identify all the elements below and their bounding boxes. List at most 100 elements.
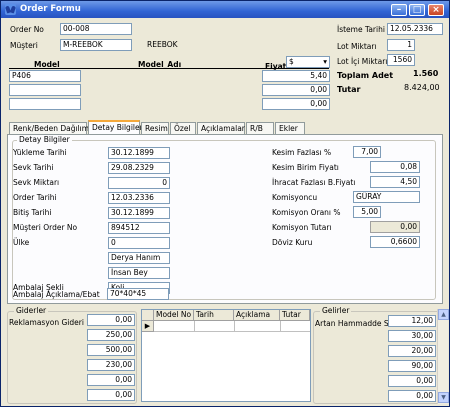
grid-header-model-no[interactable]: Model No (154, 310, 194, 321)
lot-ici-miktari-field[interactable]: 1560 (387, 54, 415, 66)
isteme-tarihi-field[interactable]: 12.05.2336 (387, 23, 443, 35)
komisyon-tutari-label: Komisyon Tutarı (272, 223, 332, 232)
tab-renk-beden[interactable]: Renk/Beden Dağılımı (9, 122, 91, 134)
current-row-indicator-icon: ▶ (142, 321, 154, 332)
ihracat-fazlasi-field[interactable]: 4,50 (370, 176, 420, 188)
detay-bilgiler-title: Detay Bilgiler (17, 135, 72, 144)
scroll-down-icon[interactable]: ▼ (438, 392, 449, 403)
gider-value-3[interactable]: 500,00 (87, 344, 135, 356)
komisyon-tutari-field: 0,00 (370, 221, 420, 233)
isteme-tarihi-label: İsteme Tarihi (337, 25, 385, 34)
kesim-fazlasi-field[interactable]: 7,00 (353, 146, 381, 158)
grid-corner (142, 310, 154, 321)
grid-cell-divider (280, 321, 281, 332)
order-tarihi-field[interactable]: 12.03.2336 (108, 192, 170, 204)
gider-value-2[interactable]: 250,00 (87, 329, 135, 341)
tab-resim[interactable]: Resim (141, 122, 169, 134)
close-icon: × (432, 5, 440, 15)
minimize-button[interactable]: – (391, 4, 407, 16)
toplam-adet-value: 1.560 (413, 69, 439, 78)
yukleme-tarihi-field[interactable]: 30.12.1899 (108, 147, 170, 159)
order-no-label: Order No (10, 25, 44, 34)
doviz-kuru-field[interactable]: 0,6600 (370, 236, 420, 248)
lot-ici-miktari-label: Lot İçi Miktarı (337, 57, 388, 66)
gider-value-6[interactable]: 0,00 (87, 389, 135, 401)
musteri-name: REEBOK (147, 40, 178, 49)
tab-aciklamalar[interactable]: Açıklamalar (197, 122, 245, 134)
yukleme-tarihi-label: Yükleme Tarihi (13, 148, 67, 157)
musteri-order-no-field[interactable]: 894512 (108, 222, 170, 234)
tab-rb[interactable]: R/B (246, 122, 274, 134)
komisyon-orani-label: Komisyon Oranı % (272, 208, 341, 217)
maximize-button[interactable]: □ (409, 4, 425, 16)
ambalaj-aciklama-label: Ambalaj Açıklama/Ebat (13, 290, 100, 299)
detay-bilgiler-panel: Detay Bilgiler Yükleme Tarihi 30.12.1899… (7, 134, 443, 304)
gider-value-4[interactable]: 230,00 (87, 359, 135, 371)
kesim-birim-fiyati-field[interactable]: 0,08 (370, 161, 420, 173)
extra-field-1[interactable]: Derya Hanım (108, 252, 170, 264)
sevk-miktari-label: Sevk Miktarı (13, 178, 60, 187)
komisyoncu-field[interactable]: GÜRAY (353, 191, 420, 203)
extra-field-2[interactable]: İnsan Bey (108, 267, 170, 279)
kesim-birim-fiyati-label: Kesim Birim Fiyatı (272, 163, 339, 172)
grid-cell-divider (194, 321, 195, 332)
tab-ozel[interactable]: Özel (170, 122, 196, 134)
giderler-title: Giderler (14, 306, 49, 315)
model-row-2-model[interactable] (9, 84, 81, 96)
gider-value-1[interactable]: 0,00 (87, 314, 135, 326)
lot-miktari-field[interactable]: 1 (387, 39, 415, 51)
musteri-order-no-label: Müşteri Order No (13, 223, 78, 232)
currency-select[interactable]: $ ▾ (286, 56, 330, 68)
minimize-icon: – (396, 5, 402, 15)
tutar-label: Tutar (337, 85, 361, 94)
butterfly-icon (5, 4, 16, 15)
model-header-line (9, 68, 329, 69)
doviz-kuru-label: Döviz Kuru (272, 238, 313, 247)
grid-header-aciklama[interactable]: Açıklama (234, 310, 280, 321)
gider-value-5[interactable]: 0,00 (87, 374, 135, 386)
model-row-3-fiyat[interactable]: 0,00 (262, 98, 330, 110)
kesim-fazlasi-label: Kesim Fazlası % (272, 148, 332, 157)
maximize-icon: □ (412, 5, 422, 15)
model-row-1-model[interactable]: P406 (9, 70, 81, 82)
gelir-value-2[interactable]: 30,00 (388, 330, 436, 342)
tab-detay-bilgiler[interactable]: Detay Bilgiler (88, 120, 143, 135)
gelirler-title: Gelirler (320, 306, 352, 315)
grid-cell-divider (234, 321, 235, 332)
gelir-value-1[interactable]: 12,00 (388, 315, 436, 327)
grid-header-tutar[interactable]: Tutar (280, 310, 310, 321)
gelir-value-6[interactable]: 0,00 (388, 390, 436, 402)
detail-grid[interactable]: Model No Tarih Açıklama Tutar ▶ (141, 309, 311, 402)
vertical-scrollbar[interactable]: ▲ ▼ (437, 309, 449, 404)
model-row-2-fiyat[interactable]: 0,00 (262, 84, 330, 96)
musteri-field[interactable]: M-REEBOK (60, 39, 132, 51)
ulke-field[interactable]: 0 (108, 237, 170, 249)
sevk-tarihi-label: Sevk Tarihi (13, 163, 54, 172)
ambalaj-aciklama-field[interactable]: 70*40*45 (107, 288, 169, 300)
bitis-tarihi-field[interactable]: 30.12.1899 (108, 207, 170, 219)
tab-ekler[interactable]: Ekler (275, 122, 305, 134)
ihracat-fazlasi-label: İhracat Fazlası B.Fiyatı (272, 178, 356, 187)
sevk-tarihi-field[interactable]: 29.08.2329 (108, 162, 170, 174)
komisyoncu-label: Komisyoncu (272, 193, 318, 202)
chevron-down-icon: ▾ (323, 57, 327, 66)
gelir-value-4[interactable]: 90,00 (388, 360, 436, 372)
sevk-miktari-field[interactable]: 0 (108, 177, 170, 189)
order-form-window: Order Formu – □ × Order No 00-008 Müşter… (0, 0, 450, 407)
grid-header-tarih[interactable]: Tarih (194, 310, 234, 321)
close-button[interactable]: × (428, 4, 444, 16)
grid-row[interactable] (154, 321, 310, 332)
musteri-label: Müşteri (10, 41, 38, 50)
scroll-up-icon[interactable]: ▲ (438, 309, 449, 320)
tutar-value: 8.424,00 (404, 83, 440, 92)
model-row-3-model[interactable] (9, 98, 81, 110)
ulke-label: Ülke (13, 238, 30, 247)
currency-value: $ (289, 57, 294, 66)
komisyon-orani-field[interactable]: 5,00 (353, 206, 381, 218)
gelir-value-3[interactable]: 20,00 (388, 345, 436, 357)
title-bar: Order Formu – □ × (1, 1, 449, 18)
gelir-value-5[interactable]: 0,00 (388, 375, 436, 387)
artan-hammadde-label: Artan Hammadde Satı (315, 319, 399, 328)
model-row-1-fiyat[interactable]: 5,40 (262, 70, 330, 82)
order-no-field[interactable]: 00-008 (60, 23, 132, 35)
